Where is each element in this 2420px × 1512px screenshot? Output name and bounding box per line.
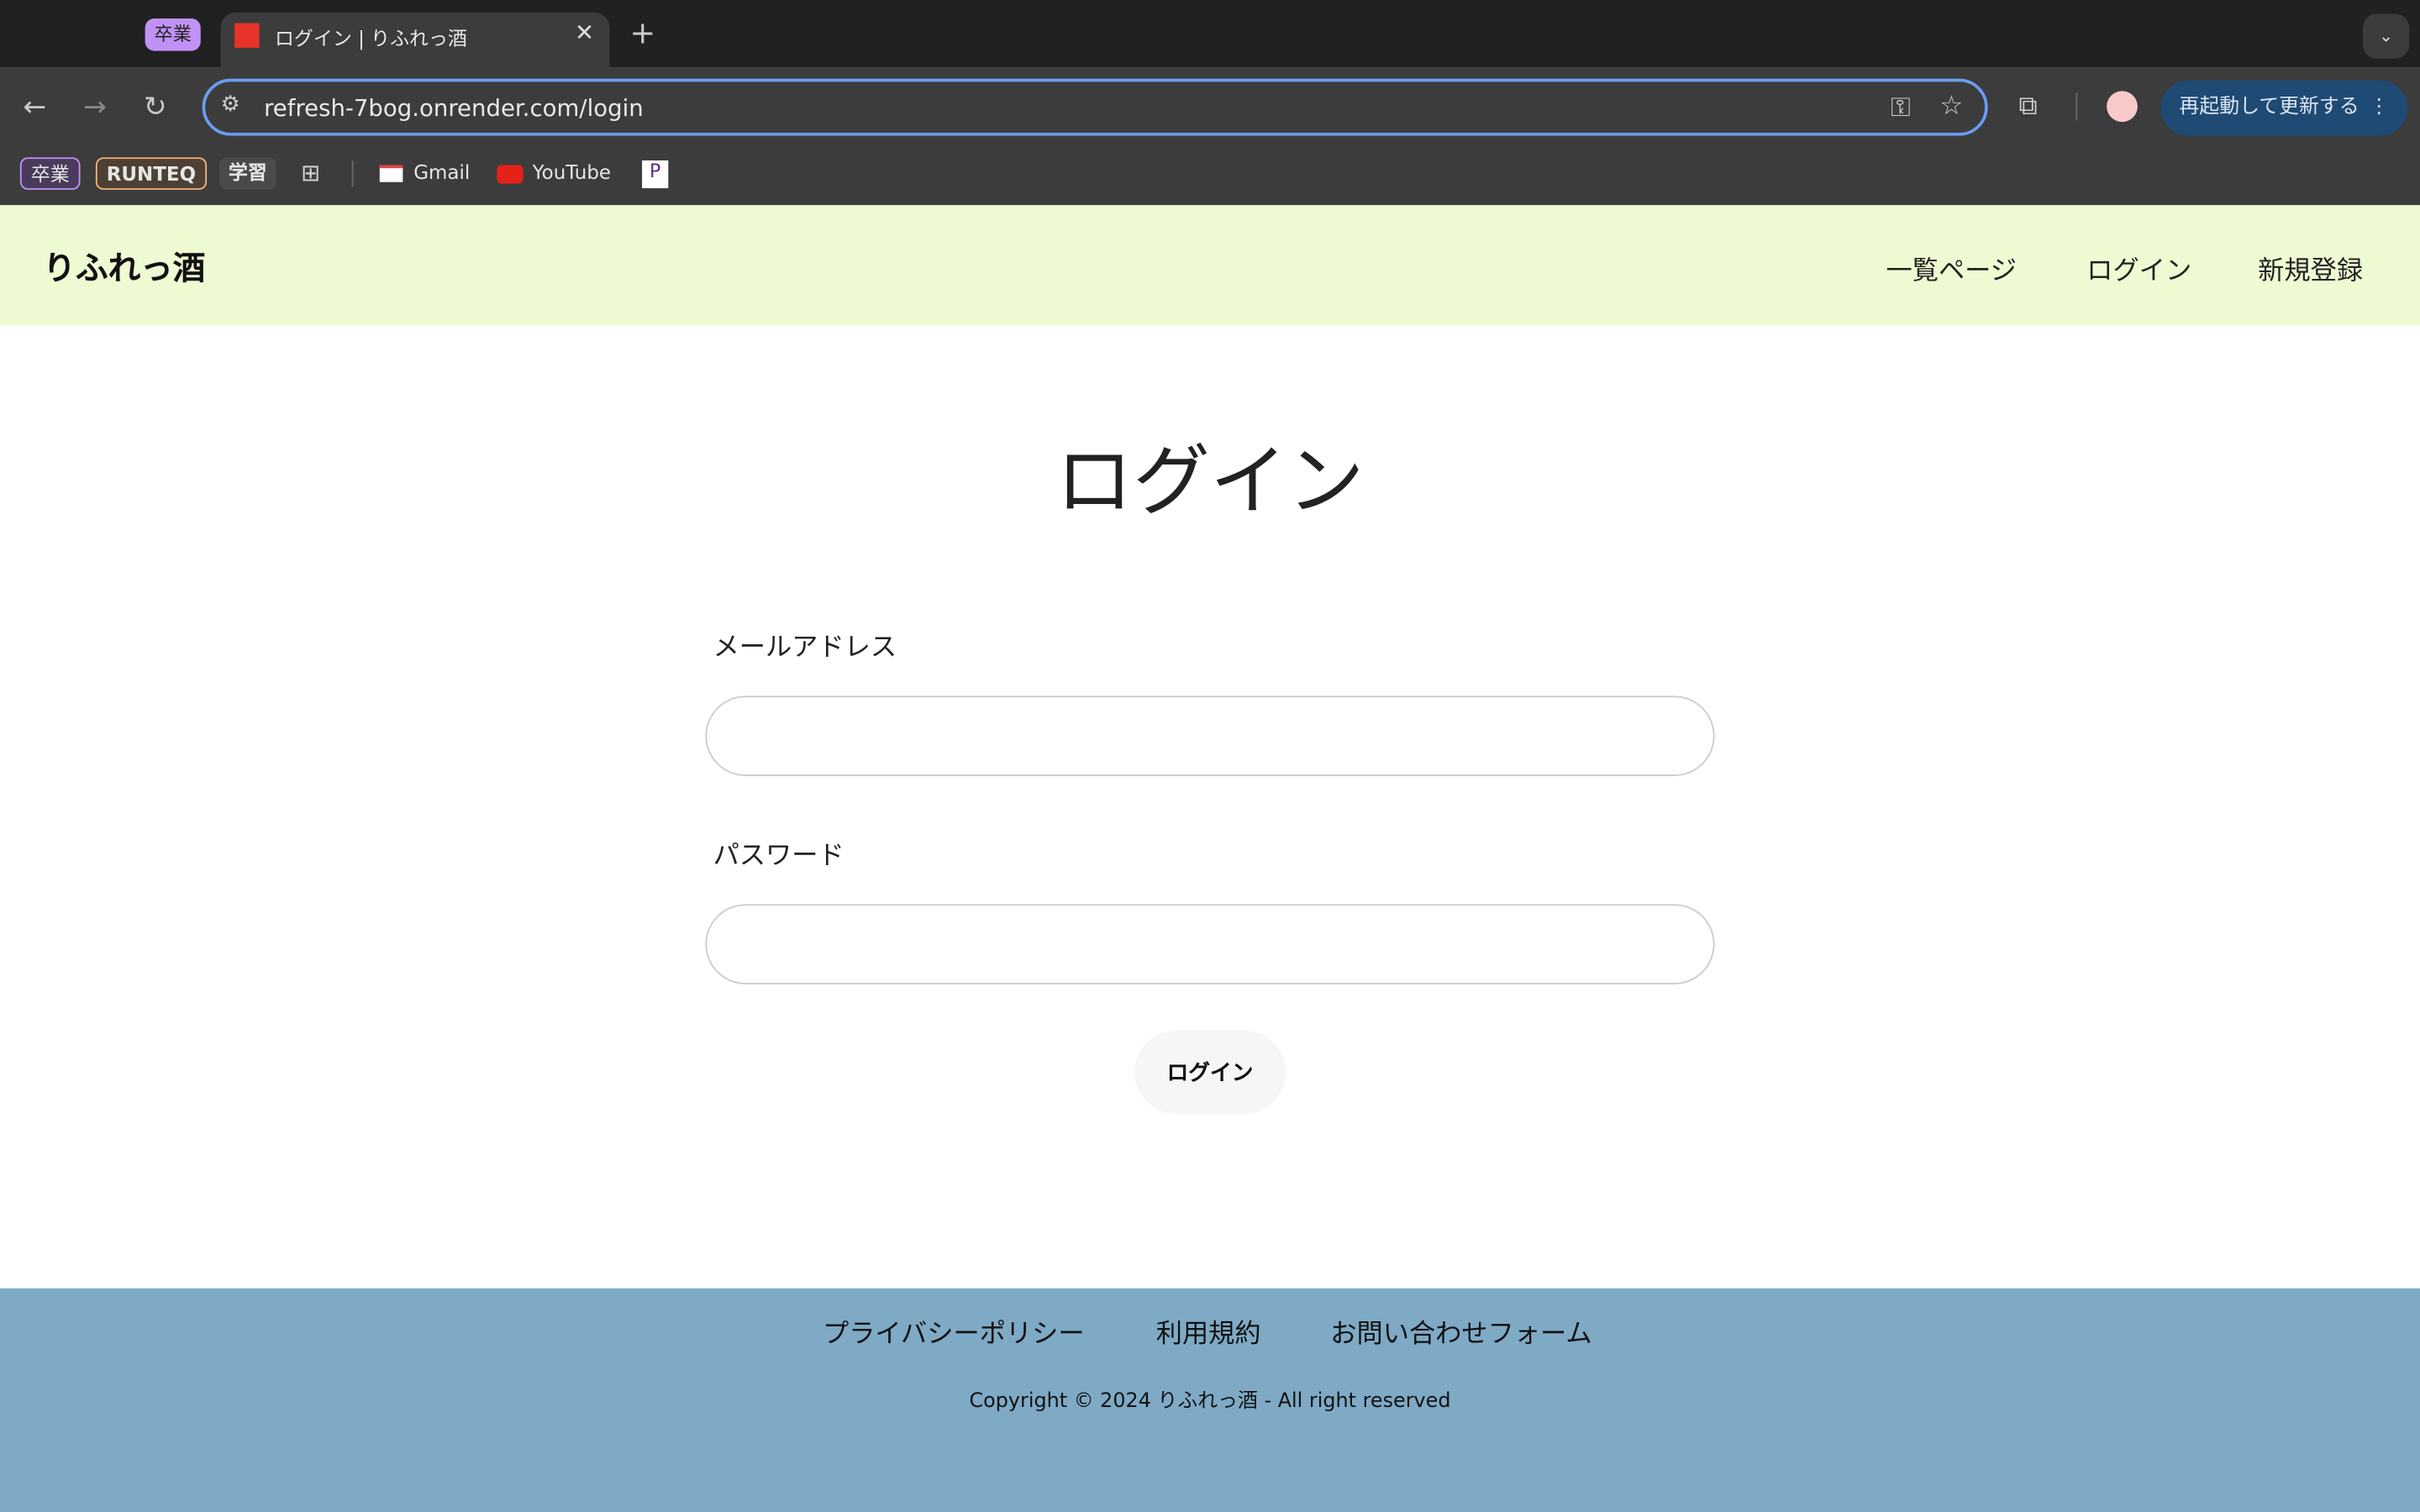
bookmark-youtube[interactable]: YouTube xyxy=(523,157,620,190)
nav-login[interactable]: ログイン xyxy=(2086,249,2191,287)
active-tab[interactable]: ログイン | りふれっ酒 ✕ xyxy=(220,12,610,68)
update-button[interactable]: 再起動して更新する ⋮ xyxy=(2160,80,2408,136)
email-field[interactable] xyxy=(705,696,1715,776)
address-bar[interactable]: ⚙ refresh-7bog.onrender.com/login ⚿ ☆ xyxy=(202,78,1988,136)
screen: 卒業 ログイン | りふれっ酒 ✕ + ⌄ ← → ↻ ⚙ refresh-7b… xyxy=(0,0,2420,1512)
update-label: 再起動して更新する xyxy=(2179,95,2360,119)
new-tab-button[interactable]: + xyxy=(629,14,655,51)
menu-icon[interactable]: ⋮ xyxy=(2369,81,2389,136)
page-title: ログイン xyxy=(1055,436,1365,527)
apps-icon[interactable]: ⊞ xyxy=(301,159,320,186)
url-text[interactable]: refresh-7bog.onrender.com/login xyxy=(264,94,644,122)
reload-icon[interactable]: ↻ xyxy=(144,91,167,123)
contact-form-link[interactable]: お問い合わせフォーム xyxy=(1330,1311,1591,1350)
login-button[interactable]: ログイン xyxy=(1134,1030,1286,1115)
site-header xyxy=(0,205,2420,326)
close-tab-icon[interactable]: ✕ xyxy=(575,18,594,46)
extensions-icon[interactable]: ⧉ xyxy=(2018,91,2037,122)
favicon-icon xyxy=(234,23,260,48)
email-label: メールアドレス xyxy=(713,633,897,664)
bookmark-folder[interactable]: RUNTEQ xyxy=(95,157,208,190)
avatar[interactable] xyxy=(2107,91,2138,123)
nav-signup[interactable]: 新規登録 xyxy=(2258,249,2363,287)
site-logo[interactable]: りふれっ酒 xyxy=(43,244,205,290)
nav-list[interactable]: 一覧ページ xyxy=(1886,249,2017,287)
youtube-icon xyxy=(497,165,523,184)
privacy-policy-link[interactable]: プライバシーポリシー xyxy=(823,1311,1085,1350)
gmail-icon xyxy=(379,165,403,182)
bookmark-folder[interactable]: 学習 xyxy=(218,157,276,190)
divider xyxy=(351,160,354,187)
key-icon[interactable]: ⚿ xyxy=(1891,92,1911,123)
site-info-icon[interactable]: ⚙ xyxy=(221,92,240,117)
divider xyxy=(2075,92,2078,121)
bookmark-icon[interactable]: P xyxy=(642,160,669,189)
bookmark-gmail[interactable]: Gmail xyxy=(404,157,479,190)
tab-group-label[interactable]: 卒業 xyxy=(145,18,201,51)
password-field[interactable] xyxy=(705,904,1715,984)
tab-title: ログイン | りふれっ酒 xyxy=(274,26,467,50)
bookmark-folder[interactable]: 卒業 xyxy=(19,157,81,190)
star-icon[interactable]: ☆ xyxy=(1939,91,1963,122)
back-icon[interactable]: ← xyxy=(24,91,47,123)
tab-search-button[interactable]: ⌄ xyxy=(2363,13,2410,59)
terms-link[interactable]: 利用規約 xyxy=(1156,1311,1261,1350)
password-label: パスワード xyxy=(713,841,844,872)
forward-icon[interactable]: → xyxy=(83,91,107,123)
copyright: Copyright © 2024 りふれっ酒 - All right reser… xyxy=(969,1389,1451,1414)
